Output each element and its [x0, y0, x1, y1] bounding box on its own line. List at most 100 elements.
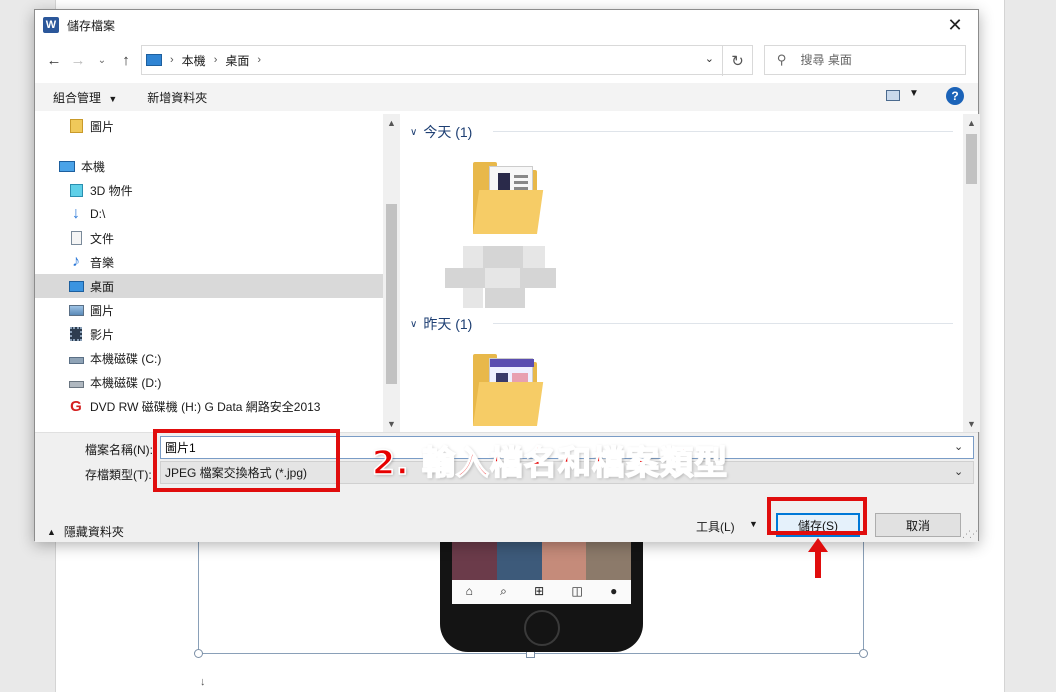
annotation-arrow-icon	[808, 538, 828, 578]
cancel-button[interactable]: 取消	[875, 513, 961, 537]
navigation-pane: 圖片 本機 3D 物件 ↓ D:\ 文件 ♪ 音樂 桌面 圖片 影片 本機磁碟 …	[35, 114, 383, 432]
nav-item-documents[interactable]: 文件	[35, 226, 383, 250]
breadcrumb-this-pc[interactable]: 本機	[182, 52, 206, 69]
blurred-filename	[523, 246, 545, 268]
nav-item-d-drive[interactable]: ↓ D:\	[35, 202, 383, 226]
file-list-scrollbar[interactable]: ▲ ▼	[963, 114, 980, 432]
shop-icon: ◫	[571, 584, 583, 598]
scroll-up-arrow-icon[interactable]: ▲	[383, 114, 400, 131]
nav-item-desktop[interactable]: 桌面	[35, 274, 383, 298]
search-icon: ⚲	[777, 52, 787, 67]
organize-menu-button[interactable]: 組合管理 ▼	[53, 89, 117, 106]
pictures-icon	[68, 302, 84, 318]
group-divider	[493, 131, 953, 132]
address-bar[interactable]: › 本機 › 桌面 › ⌄ ↻	[141, 45, 753, 76]
dialog-title: 儲存檔案	[67, 18, 116, 33]
phone-home-button	[524, 610, 560, 646]
paragraph-mark-icon: ↓	[200, 676, 206, 688]
pc-icon	[59, 158, 75, 174]
nav-item-this-pc[interactable]: 本機	[35, 154, 383, 178]
back-arrow-icon[interactable]: ←	[43, 47, 65, 73]
folder-item-today[interactable]	[473, 162, 544, 234]
navigation-pane-scrollbar[interactable]: ▲ ▼	[383, 114, 400, 432]
music-icon: ♪	[72, 253, 80, 270]
avatar-icon: ●	[610, 584, 618, 598]
help-icon[interactable]: ?	[946, 87, 964, 105]
scrollbar-thumb[interactable]	[386, 204, 397, 384]
nav-item-pictures-folder[interactable]: 圖片	[35, 114, 383, 138]
drive-icon	[68, 350, 84, 366]
nav-item-d-local-drive[interactable]: 本機磁碟 (D:)	[35, 370, 383, 394]
group-header-yesterday[interactable]: ∨ 昨天 (1)	[410, 314, 472, 334]
desktop-icon	[68, 278, 84, 294]
phone-photo-strip	[452, 540, 631, 580]
scroll-down-arrow-icon[interactable]: ▼	[963, 415, 980, 432]
scroll-down-arrow-icon[interactable]: ▼	[383, 415, 400, 432]
chevron-down-icon: ∨	[410, 318, 418, 330]
tools-dropdown-chevron-icon[interactable]: ▼	[749, 519, 758, 529]
nav-item-c-drive[interactable]: 本機磁碟 (C:)	[35, 346, 383, 370]
search-box[interactable]: ⚲	[764, 45, 966, 75]
breadcrumb-separator: ›	[257, 54, 262, 66]
scrollbar-thumb[interactable]	[966, 134, 977, 184]
search-input[interactable]	[800, 53, 951, 67]
close-button[interactable]: ✕	[932, 10, 978, 40]
new-folder-button[interactable]: 新增資料夾	[147, 89, 207, 106]
scroll-up-arrow-icon[interactable]: ▲	[963, 114, 980, 131]
filetype-label: 存檔類型(T):	[85, 468, 152, 482]
resize-handle-bottom-left[interactable]	[194, 649, 203, 658]
filename-label: 檔案名稱(N):	[85, 443, 153, 457]
filename-dropdown-chevron-icon[interactable]: ⌄	[954, 440, 963, 453]
up-arrow-icon[interactable]: ↑	[115, 47, 137, 73]
3d-objects-icon	[68, 182, 84, 198]
documents-icon	[68, 230, 84, 246]
gdata-shield-icon: G	[70, 397, 82, 415]
pc-icon	[146, 54, 162, 66]
tools-menu-button[interactable]: 工具(L)	[696, 518, 735, 535]
blurred-filename	[485, 288, 525, 308]
group-divider	[493, 323, 953, 324]
blurred-filename	[520, 268, 556, 288]
toolbar: 組合管理 ▼ 新增資料夾 ▼ ?	[35, 83, 978, 111]
view-dropdown-chevron-icon[interactable]: ▼	[909, 88, 919, 99]
blurred-filename	[463, 288, 483, 308]
organize-label: 組合管理	[53, 90, 102, 105]
blurred-filename	[445, 268, 485, 288]
annotation-box-save-button	[767, 497, 867, 535]
group-header-today[interactable]: ∨ 今天 (1)	[410, 122, 472, 142]
forward-arrow-icon[interactable]: →	[67, 47, 89, 73]
nav-item-3d-objects[interactable]: 3D 物件	[35, 178, 383, 202]
breadcrumb-separator: ›	[170, 54, 174, 66]
filetype-dropdown-chevron-icon[interactable]: ⌄	[954, 465, 963, 478]
breadcrumb-desktop[interactable]: 桌面	[225, 52, 249, 69]
nav-item-videos[interactable]: 影片	[35, 322, 383, 346]
change-view-icon[interactable]	[886, 90, 900, 101]
search-icon: ⌕	[500, 583, 507, 598]
download-icon: ↓	[72, 205, 80, 222]
resize-grip-icon[interactable]: ⋰⋰	[962, 529, 978, 540]
recent-locations-chevron-icon[interactable]: ⌄	[91, 47, 113, 73]
nav-item-dvd-drive[interactable]: G DVD RW 磁碟機 (H:) G Data 網路安全2013	[35, 394, 383, 418]
add-icon: ⊞	[534, 584, 545, 598]
chevron-up-icon: ▲	[47, 526, 56, 537]
refresh-icon[interactable]: ↻	[722, 46, 752, 76]
file-list-pane: ∨ 今天 (1) ∨ 昨天 (1)	[400, 114, 963, 432]
resize-handle-bottom-right[interactable]	[859, 649, 868, 658]
blurred-filename	[463, 246, 483, 268]
address-dropdown-chevron-icon[interactable]: ⌄	[705, 52, 714, 65]
hide-folders-button[interactable]: ▲ 隱藏資料夾	[47, 523, 124, 540]
title-bar: W 儲存檔案 ✕	[35, 10, 978, 40]
word-app-icon: W	[43, 17, 59, 33]
annotation-instruction-text: 2. 輸入檔名和檔案類型	[371, 442, 728, 483]
nav-item-pictures[interactable]: 圖片	[35, 298, 383, 322]
blurred-filename	[485, 268, 520, 288]
nav-item-music[interactable]: ♪ 音樂	[35, 250, 383, 274]
drive-icon	[68, 374, 84, 390]
annotation-box-filename-filetype	[153, 429, 340, 492]
blurred-filename	[483, 246, 523, 268]
breadcrumb-separator: ›	[213, 54, 218, 66]
chevron-down-icon: ▼	[108, 93, 118, 104]
videos-icon	[68, 326, 84, 342]
folder-icon	[68, 118, 84, 134]
folder-item-yesterday[interactable]	[473, 354, 544, 432]
